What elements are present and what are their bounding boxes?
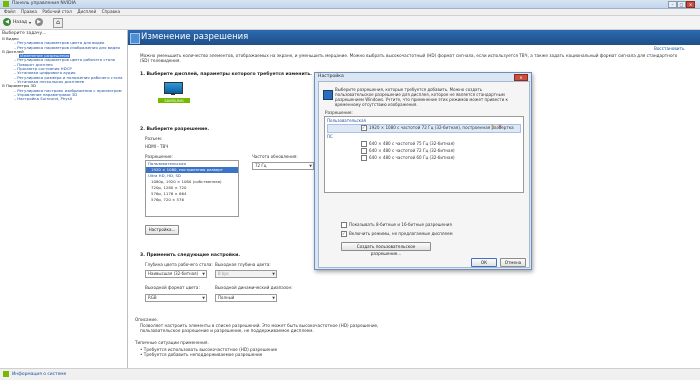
output-format-label: Выходной формат цвета: [145,285,200,290]
dialog-close-button[interactable]: ✕ [514,74,528,81]
home-icon[interactable]: ⌂ [53,18,63,28]
menu-help[interactable]: Справка [102,9,120,15]
back-arrow-icon[interactable]: ◀ [3,18,11,26]
desktop-depth-label: Глубина цвета рабочего стола: [145,262,213,267]
window-title: Панель управления NVIDIA [12,1,76,6]
dynamic-range-label: Выходной динамический диапазон: [215,285,293,290]
dialog-list-label: Разрешение: [325,110,353,115]
pc-resolution-label: 640 × 480 с частотой 75 Гц (32-битная) [369,141,455,146]
dynamic-range-select[interactable]: Полный ▼ [215,294,277,302]
customize-dialog: Настройка ✕ Выберите разрешения, которые… [314,72,532,270]
monitor-icon [323,90,333,100]
output-format-value: RGB [148,295,157,300]
edit-pencil-icon[interactable]: ✎ [491,124,495,130]
title-bar: Панель управления NVIDIA – □ ✕ [0,0,700,9]
maximize-button[interactable]: □ [677,1,686,8]
resolution-option[interactable]: 576p, 720 × 576 [146,197,238,203]
desktop-depth-select[interactable]: Наивысшая (32-битная) ▼ [145,270,207,278]
output-format-select[interactable]: RGB ▼ [145,294,207,302]
resolution-list[interactable]: Пользовательская 1920 × 1080, построенная… [145,160,239,217]
usage-item: • Требуется добавить неподдерживаемое ра… [140,352,263,357]
menu-desktop[interactable]: Рабочий стол [42,9,71,15]
dialog-title: Настройка [318,74,344,79]
back-dropdown-icon[interactable]: ▾ [29,20,31,25]
dialog-resolution-list[interactable]: Пользовательская 1920 × 1080 с частотой … [324,116,524,193]
back-button-label[interactable]: Назад [13,20,27,25]
refresh-rate-label: Частота обновления: [252,154,298,159]
menu-display[interactable]: Дисплей [77,9,96,15]
step3-heading: 3. Применить следующие настройки. [140,253,241,258]
group-custom: Пользовательская [327,118,366,123]
system-info-icon [3,371,9,377]
sidebar-item-label: Настройка Surround, PhysX [17,97,73,102]
chevron-down-icon: ▼ [272,272,275,276]
pc-resolution-checkbox[interactable] [361,148,367,154]
toolbar: ◀ Назад ▾ ▶ ⌂ [0,16,700,30]
sidebar-header: Выберите задачу... [2,31,47,36]
page-banner: Изменение разрешения [128,30,700,45]
step1-heading: 1. Выберите дисплей, параметры которого … [140,72,312,77]
connection-label: Разъем: [145,136,163,141]
output-depth-select[interactable]: 8 bpc ▼ [215,270,277,278]
intro-text: Можно уменьшить количество элементов, от… [140,53,678,63]
nvidia-logo-icon [3,1,9,7]
group-pc: ПС [327,134,333,139]
custom-resolution-checkbox[interactable] [361,125,367,131]
pc-resolution-label: 640 × 480 с частотой 60 Гц (32-битная) [369,155,455,160]
delete-icon[interactable]: ✕ [498,124,502,130]
usage-label: Типичные ситуации применения. [135,340,209,345]
refresh-rate-select[interactable]: 72 Гц ▼ [252,162,314,170]
output-depth-value: 8 bpc [218,271,230,276]
show-8bit-label: Показывать 8-битные и 16-битные разрешен… [349,222,452,227]
show-8bit-checkbox[interactable] [341,222,347,228]
pc-resolution-checkbox[interactable] [361,141,367,147]
status-bar: Информация о системе [0,368,700,380]
sidebar-item[interactable]: – Настройка Surround, PhysX [0,97,127,101]
pc-resolution-label: 640 × 480 с частотой 72 Гц (32-битная) [369,148,455,153]
resolution-label: Разрешение: [145,154,173,159]
ok-button[interactable]: ОК [471,258,497,267]
display-name-label: SAMSUNG [158,98,190,103]
cancel-button[interactable]: Отмена [500,258,526,267]
refresh-rate-value: 72 Гц [255,163,267,168]
output-depth-label: Выходная глубина цвета: [215,262,271,267]
menu-bar: Файл Правка Рабочий стол Дисплей Справка [0,9,700,16]
task-sidebar: Выберите задачу... ⊟ Видео – Регулировка п… [0,30,128,368]
customize-button[interactable]: Настройка... [145,225,179,235]
description-label: Описание. [135,317,158,322]
connection-value: HDMI - ТВЧ [145,144,169,149]
chevron-down-icon: ▼ [202,296,205,300]
forward-arrow-icon[interactable]: ▶ [35,18,43,26]
create-custom-resolution-button[interactable]: Создать пользовательское разрешение... [341,242,431,256]
task-tree: ⊟ Видео – Регулировка параметров цвета для… [0,37,127,101]
step2-heading: 2. Выберите разрешение. [140,127,210,132]
pc-resolution-checkbox[interactable] [361,155,367,161]
dialog-instructions: Выберите разрешения, которые требуется д… [335,87,508,107]
system-info-link[interactable]: Информация о системе [12,372,66,377]
page-title: Изменение разрешения [141,32,249,42]
minimize-button[interactable]: – [668,1,677,8]
menu-edit[interactable]: Правка [21,9,37,15]
display-monitor[interactable] [164,82,183,97]
desktop-depth-value: Наивысшая (32-битная) [148,271,199,276]
menu-file[interactable]: Файл [4,9,16,15]
close-button[interactable]: ✕ [686,1,695,8]
enable-unsupported-checkbox[interactable] [341,231,347,237]
chevron-down-icon: ▼ [272,296,275,300]
dynamic-range-value: Полный [218,295,235,300]
description-text: Позволяет настроить элементы в списке ра… [140,323,379,333]
banner-arrow-icon [130,33,140,44]
chevron-down-icon: ▼ [202,272,205,276]
monitor-stand-icon [171,93,175,95]
dialog-body: Выберите разрешения, которые требуется д… [318,81,530,268]
enable-unsupported-label: Включить режимы, не предлагаемые дисплее… [349,231,453,236]
chevron-down-icon: ▼ [309,164,312,168]
